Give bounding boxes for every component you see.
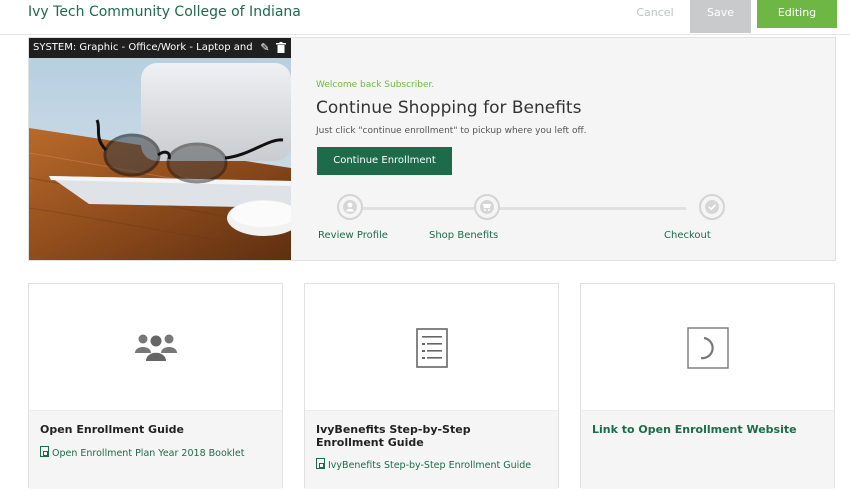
step-label-checkout[interactable]: Checkout [664, 230, 711, 241]
card-title: Open Enrollment Guide [40, 423, 185, 436]
image-caption: SYSTEM: Graphic - Office/Work - Laptop a… [33, 42, 253, 53]
continue-enrollment-button[interactable]: Continue Enrollment [317, 147, 452, 175]
step-review-profile[interactable] [337, 194, 363, 220]
hero-image-panel: SYSTEM: Graphic - Office/Work - Laptop a… [29, 38, 291, 260]
card-open-enrollment-guide: Open Enrollment Guide Open Enrollment Pl… [28, 283, 283, 489]
site-title[interactable]: Ivy Tech Community College of Indiana [28, 4, 301, 20]
hero-content: Welcome back Subscriber. Continue Shoppi… [316, 38, 836, 260]
top-bar: Ivy Tech Community College of Indiana Ca… [0, 0, 850, 35]
card-icon-area [305, 284, 558, 410]
card-icon-area [581, 284, 834, 410]
save-button[interactable]: Save [690, 0, 751, 33]
checklist-icon [416, 328, 448, 368]
card-title: IvyBenefits Step-by-Step Enrollment Guid… [316, 423, 471, 449]
card-footer: IvyBenefits Step-by-Step Enrollment Guid… [305, 410, 558, 489]
card-enrollment-website: Link to Open Enrollment Website [580, 283, 835, 489]
hero-section: SYSTEM: Graphic - Office/Work - Laptop a… [28, 37, 836, 261]
card-footer: Open Enrollment Guide Open Enrollment Pl… [29, 410, 282, 489]
hero-title: Continue Shopping for Benefits [316, 98, 582, 118]
card-footer: Link to Open Enrollment Website [581, 410, 834, 489]
step-checkout[interactable] [699, 194, 725, 220]
card-link[interactable]: Open Enrollment Plan Year 2018 Booklet [40, 446, 244, 459]
cancel-button[interactable]: Cancel [624, 0, 686, 26]
person-icon [343, 200, 357, 214]
cart-icon [480, 200, 494, 214]
step-shop-benefits[interactable] [474, 194, 500, 220]
card-link-text[interactable]: IvyBenefits Step-by-Step Enrollment Guid… [328, 460, 531, 471]
trash-icon[interactable] [274, 38, 288, 58]
card-step-by-step-guide: IvyBenefits Step-by-Step Enrollment Guid… [304, 283, 559, 489]
pencil-icon[interactable]: ✎ [258, 38, 272, 58]
welcome-message: Welcome back Subscriber. [316, 80, 435, 90]
step-label-review-profile[interactable]: Review Profile [318, 230, 388, 241]
card-link[interactable]: IvyBenefits Step-by-Step Enrollment Guid… [316, 458, 531, 471]
check-icon [705, 200, 719, 214]
editing-button[interactable]: Editing [757, 0, 837, 28]
hero-subtitle: Just click "continue enrollment" to pick… [316, 126, 587, 136]
loading-icon [687, 327, 729, 369]
step-label-shop-benefits[interactable]: Shop Benefits [429, 230, 498, 241]
page: Ivy Tech Community College of Indiana Ca… [0, 0, 850, 493]
image-caption-bar: SYSTEM: Graphic - Office/Work - Laptop a… [29, 38, 291, 58]
progress-track [350, 207, 686, 210]
document-icon [40, 446, 49, 457]
group-icon [135, 334, 177, 361]
document-icon [316, 458, 325, 469]
laptop-glasses-photo [29, 58, 291, 260]
card-link-text[interactable]: Open Enrollment Plan Year 2018 Booklet [52, 448, 244, 459]
enrollment-progress: Review Profile Shop Benefits Checkout [316, 194, 836, 254]
card-title-link[interactable]: Link to Open Enrollment Website [592, 423, 817, 436]
card-icon-area [29, 284, 282, 410]
